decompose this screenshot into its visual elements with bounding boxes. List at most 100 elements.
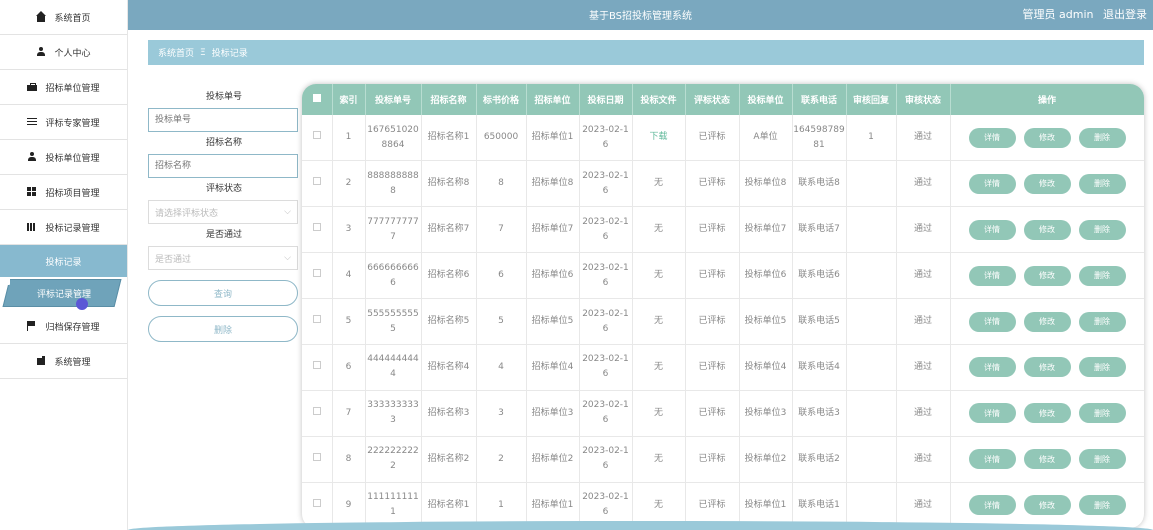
table-cell: 1676510208864 xyxy=(365,115,422,161)
table-cell: 通过 xyxy=(896,298,951,345)
logout-link[interactable]: 退出登录 xyxy=(1103,8,1147,21)
table-cell: 3 xyxy=(332,206,366,253)
edit-button[interactable]: 修改 xyxy=(1023,311,1071,332)
passed-select[interactable]: 是否通过 ⌵ xyxy=(148,246,298,270)
table-cell: 投标单位5 xyxy=(739,298,793,345)
eval-status-select[interactable]: 请选择评标状态 ⌵ xyxy=(148,200,298,224)
sidebar-item-active[interactable]: 评标记录管理 xyxy=(0,277,127,310)
table-cell: 2023-02-16 xyxy=(579,160,633,207)
delete-button[interactable]: 删除 xyxy=(1078,311,1126,332)
edit-button[interactable]: 修改 xyxy=(1023,403,1071,424)
row-select-cell[interactable] xyxy=(302,160,333,207)
row-select-cell[interactable] xyxy=(302,298,333,345)
sidebar-item[interactable]: 归档保存管理 xyxy=(0,309,127,344)
row-actions-cell: 详情 修改 删除 xyxy=(950,344,1144,391)
sidebar-item[interactable]: 招标项目管理 xyxy=(0,175,127,210)
sidebar-item[interactable]: 评标专家管理 xyxy=(0,105,127,140)
table-cell: 9 xyxy=(332,482,366,528)
row-select-cell[interactable] xyxy=(302,482,333,528)
sidebar: 系统首页 个人中心 招标单位管理 评标专家管理投标单位管理招标项目管理 投标记录管理 投… xyxy=(0,0,128,530)
row-select-cell[interactable] xyxy=(302,436,333,483)
table-cell: 联系电话6 xyxy=(792,252,847,299)
delete-selected-button[interactable]: 删除 xyxy=(148,316,298,342)
detail-button[interactable]: 详情 xyxy=(968,127,1016,148)
delete-button[interactable]: 删除 xyxy=(1078,403,1126,424)
delete-button[interactable]: 删除 xyxy=(1078,127,1126,148)
table-cell xyxy=(846,252,897,299)
table-cell: 6 xyxy=(476,252,527,299)
table-row: 6 4444444444 招标名称4 4 招标单位4 2023-02-16 无已评标 投标单位… xyxy=(302,344,1144,391)
edit-button[interactable]: 修改 xyxy=(1023,219,1071,240)
sidebar-sub-header[interactable]: 投标记录 xyxy=(0,245,127,277)
select-all-header[interactable] xyxy=(302,84,333,115)
sidebar-item-label: 投标单位管理 xyxy=(45,153,100,164)
detail-button[interactable]: 详情 xyxy=(968,265,1016,286)
detail-button[interactable]: 详情 xyxy=(968,357,1016,378)
table-cell: 招标名称2 xyxy=(421,436,477,483)
delete-button[interactable]: 删除 xyxy=(1078,219,1126,240)
column-header: 招标名称 xyxy=(421,84,477,115)
select-all-checkbox[interactable] xyxy=(312,94,321,102)
sidebar-item[interactable]: 招标单位管理 xyxy=(0,70,127,105)
column-header: 标书价格 xyxy=(476,84,527,115)
table-cell: 招标单位5 xyxy=(526,298,580,345)
row-actions: 详情 修改 删除 xyxy=(951,219,1144,240)
breadcrumb-separator: Ξ xyxy=(200,47,206,58)
bid-no-input[interactable] xyxy=(148,108,298,132)
delete-button[interactable]: 删除 xyxy=(1078,265,1126,286)
row-checkbox[interactable] xyxy=(312,498,321,507)
bid-name-input[interactable] xyxy=(148,154,298,178)
table-cell: 招标名称7 xyxy=(421,206,477,253)
delete-button[interactable]: 删除 xyxy=(1078,357,1126,378)
table-cell: 通过 xyxy=(896,115,951,161)
sidebar-item[interactable]: 投标记录管理 xyxy=(0,210,127,245)
detail-button[interactable]: 详情 xyxy=(968,311,1016,332)
download-link[interactable]: 下载 xyxy=(632,115,686,161)
edit-button[interactable]: 修改 xyxy=(1023,173,1071,194)
edit-button[interactable]: 修改 xyxy=(1023,357,1071,378)
table-header-row: 索引 投标单号 招标名称 标书价格 招标单位 投标日期 投标文件 评标状态 投标单位 联系电话 审核… xyxy=(302,84,1144,115)
detail-button[interactable]: 详情 xyxy=(968,403,1016,424)
sidebar-item[interactable]: 系统管理 xyxy=(0,344,127,379)
sidebar-item[interactable]: 投标单位管理 xyxy=(0,140,127,175)
table-cell: 通过 xyxy=(896,436,951,483)
delete-button[interactable]: 删除 xyxy=(1078,449,1126,470)
row-checkbox[interactable] xyxy=(312,406,321,415)
edit-button[interactable]: 修改 xyxy=(1023,127,1071,148)
table-cell xyxy=(846,298,897,345)
row-select-cell[interactable] xyxy=(302,206,333,253)
delete-button[interactable]: 删除 xyxy=(1078,495,1126,516)
row-checkbox[interactable] xyxy=(312,223,321,232)
row-checkbox[interactable] xyxy=(312,177,321,186)
row-select-cell[interactable] xyxy=(302,252,333,299)
detail-button[interactable]: 详情 xyxy=(968,449,1016,470)
home-icon xyxy=(36,11,47,22)
table-cell: 招标单位4 xyxy=(526,344,580,391)
table-cell: 招标单位3 xyxy=(526,390,580,437)
table-cell xyxy=(846,390,897,437)
breadcrumb-home[interactable]: 系统首页 xyxy=(158,46,194,59)
table-cell: 招标名称1 xyxy=(421,115,477,161)
delete-button[interactable]: 删除 xyxy=(1078,173,1126,194)
detail-button[interactable]: 详情 xyxy=(968,173,1016,194)
edit-button[interactable]: 修改 xyxy=(1023,449,1071,470)
column-header: 投标单号 xyxy=(365,84,422,115)
row-checkbox[interactable] xyxy=(312,131,321,140)
row-checkbox[interactable] xyxy=(312,452,321,461)
column-header: 联系电话 xyxy=(792,84,847,115)
table-cell: 招标名称6 xyxy=(421,252,477,299)
row-checkbox[interactable] xyxy=(312,315,321,323)
row-select-cell[interactable] xyxy=(302,344,333,391)
query-button[interactable]: 查询 xyxy=(148,280,298,306)
row-checkbox[interactable] xyxy=(312,360,321,369)
edit-button[interactable]: 修改 xyxy=(1023,495,1071,516)
table-cell: 投标单位7 xyxy=(739,206,793,253)
edit-button[interactable]: 修改 xyxy=(1023,265,1071,286)
detail-button[interactable]: 详情 xyxy=(968,495,1016,516)
row-select-cell[interactable] xyxy=(302,390,333,437)
sidebar-item[interactable]: 个人中心 xyxy=(0,35,127,70)
row-select-cell[interactable] xyxy=(302,115,333,161)
sidebar-item[interactable]: 系统首页 xyxy=(0,0,127,35)
row-checkbox[interactable] xyxy=(312,269,321,278)
detail-button[interactable]: 详情 xyxy=(968,219,1016,240)
